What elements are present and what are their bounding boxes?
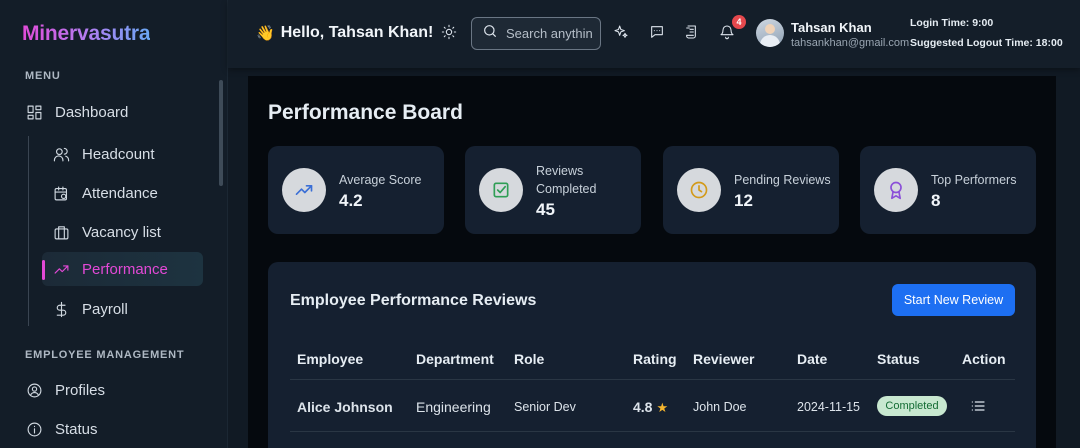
column-header-action: Action — [962, 351, 1006, 367]
sidebar-item-label: Attendance — [82, 184, 158, 202]
user-email: tahsankhan@gmail.com — [791, 37, 910, 49]
calendar-clock-icon — [52, 184, 70, 202]
users-icon — [52, 145, 70, 163]
main-content: Performance Board Average Score 4.2 Revi… — [248, 76, 1056, 448]
info-icon — [25, 420, 43, 438]
page-title: Performance Board — [268, 101, 463, 124]
sidebar-item-label: Payroll — [82, 300, 128, 318]
check-square-icon — [493, 182, 509, 198]
greeting: 👋 Hello, Tahsan Khan! — [256, 24, 433, 42]
stat-label: Reviews Completed — [536, 164, 597, 196]
menu-section-label: MENU — [25, 70, 61, 82]
stat-icon-circle — [282, 168, 326, 212]
sidebar-item-payroll[interactable]: Payroll — [52, 292, 128, 326]
cell-rating: 4.8 ★ — [633, 399, 668, 416]
dollar-icon — [52, 300, 70, 318]
trending-up-icon — [52, 260, 70, 278]
sidebar-item-dashboard[interactable]: Dashboard — [25, 95, 128, 129]
sidebar-item-headcount[interactable]: Headcount — [52, 137, 155, 171]
greeting-text: Hello, Tahsan Khan! — [280, 24, 434, 41]
sidebar-item-label: Status — [55, 420, 98, 438]
chat-message-icon[interactable] — [649, 24, 667, 42]
stat-card-top-performers: Top Performers 8 — [860, 146, 1036, 234]
stat-label: Pending Reviews — [734, 173, 831, 187]
column-header-role[interactable]: Role — [514, 351, 544, 367]
stat-label: Average Score — [339, 173, 422, 187]
dashboard-grid-icon — [25, 103, 43, 121]
column-header-rating[interactable]: Rating — [633, 351, 677, 367]
star-icon: ★ — [656, 400, 669, 415]
notification-badge: 4 — [732, 15, 746, 29]
clock-icon — [690, 181, 708, 199]
cell-employee: Alice Johnson — [297, 399, 393, 415]
cell-date: 2024-11-15 — [797, 400, 861, 414]
column-header-department[interactable]: Department — [416, 351, 494, 367]
employee-management-section-label: EMPLOYEE MANAGEMENT — [25, 349, 185, 361]
user-name: Tahsan Khan — [791, 20, 872, 35]
briefcase-icon — [52, 223, 70, 241]
column-header-date[interactable]: Date — [797, 351, 827, 367]
search-box[interactable] — [471, 17, 601, 50]
trending-up-icon — [295, 185, 313, 195]
table-row-divider — [290, 431, 1015, 432]
user-circle-icon — [25, 381, 43, 399]
top-header: 👋 Hello, Tahsan Khan! 4 Tahsan Khan tahs… — [228, 0, 1080, 68]
cell-role: Senior Dev — [514, 400, 576, 414]
sidebar-item-label: Headcount — [82, 145, 155, 163]
sidebar-item-profiles[interactable]: Profiles — [25, 373, 105, 407]
stat-label: Top Performers — [931, 173, 1017, 187]
sidebar: Minervasutra MENU Dashboard Headcount At… — [0, 0, 228, 448]
stat-card-reviews-completed: Reviews Completed 45 — [465, 146, 641, 234]
column-header-reviewer[interactable]: Reviewer — [693, 351, 754, 367]
stat-icon-circle — [874, 168, 918, 212]
login-time: Login Time: 9:00 — [910, 17, 994, 29]
table-header-divider — [290, 379, 1015, 380]
waving-hand-icon: 👋 — [256, 25, 275, 42]
stat-value: 12 — [734, 191, 753, 210]
cell-department: Engineering — [416, 399, 491, 415]
suggested-logout-time: Suggested Logout Time: 18:00 — [910, 37, 1063, 49]
avatar[interactable] — [756, 19, 784, 47]
sidebar-item-performance[interactable]: Performance — [42, 252, 203, 286]
sidebar-item-label: Performance — [82, 260, 168, 278]
cell-reviewer: John Doe — [693, 400, 747, 414]
theme-toggle-sun-icon[interactable] — [441, 24, 459, 42]
active-indicator — [42, 260, 45, 280]
performance-reviews-card: Employee Performance Reviews Start New R… — [268, 262, 1036, 448]
sidebar-item-attendance[interactable]: Attendance — [52, 176, 158, 210]
award-icon — [890, 181, 902, 200]
stat-value: 4.2 — [339, 191, 363, 210]
stat-icon-circle — [479, 168, 523, 212]
search-icon — [482, 23, 498, 44]
sidebar-item-label: Vacancy list — [82, 223, 161, 241]
start-new-review-button[interactable]: Start New Review — [892, 284, 1015, 316]
sidebar-item-label: Profiles — [55, 381, 106, 399]
stat-value: 45 — [536, 200, 555, 219]
sidebar-item-status[interactable]: Status — [25, 412, 98, 446]
column-header-employee[interactable]: Employee — [297, 351, 363, 367]
search-input[interactable] — [506, 26, 592, 41]
sparkles-icon[interactable] — [613, 24, 631, 42]
column-header-status[interactable]: Status — [877, 351, 920, 367]
stat-card-average-score: Average Score 4.2 — [268, 146, 444, 234]
sidebar-scroll-thumb[interactable] — [219, 80, 223, 186]
sidebar-item-vacancy-list[interactable]: Vacancy list — [52, 215, 161, 249]
rating-value: 4.8 — [633, 399, 653, 415]
reviews-card-title: Employee Performance Reviews — [290, 292, 537, 309]
stat-card-pending-reviews: Pending Reviews 12 — [663, 146, 839, 234]
status-badge: Completed — [877, 396, 947, 416]
submenu-tree-line — [28, 136, 29, 326]
action-menu-icon[interactable] — [970, 398, 986, 414]
sidebar-item-label: Dashboard — [55, 103, 129, 121]
stat-icon-circle — [677, 168, 721, 212]
stat-value: 8 — [931, 191, 941, 210]
brand-logo[interactable]: Minervasutra — [22, 22, 151, 46]
scroll-document-icon[interactable] — [684, 24, 702, 42]
